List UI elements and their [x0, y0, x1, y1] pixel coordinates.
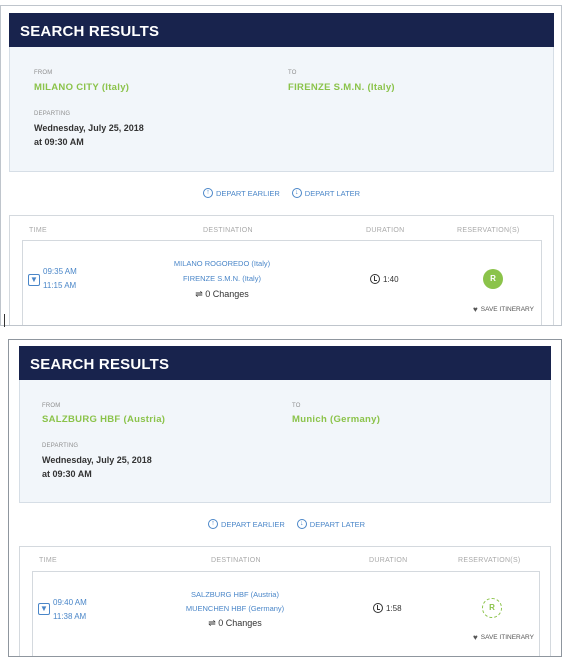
to-city: Munich (Germany) — [292, 414, 381, 425]
depart-later-label: DEPART LATER — [309, 519, 366, 529]
clock-icon — [373, 603, 383, 613]
depart-earlier-button[interactable]: ↑ DEPART EARLIER — [208, 519, 285, 529]
departing-date: Wednesday, July 25, 2018 — [34, 123, 144, 133]
duration: 1:58 — [373, 603, 402, 613]
col-destination: DESTINATION — [203, 227, 253, 234]
depart-time: 09:40 AM — [53, 598, 87, 607]
caret-down-icon[interactable]: ▼ — [38, 603, 50, 615]
swap-arrows-icon: ⇌ — [195, 289, 206, 299]
result-row[interactable]: ▼ 09:40 AM 11:38 AM SALZBURG HBF (Austri… — [32, 571, 540, 656]
duration: 1:40 — [370, 274, 399, 284]
col-reservation: RESERVATION(S) — [458, 557, 521, 564]
from-label: FROM — [34, 70, 53, 76]
col-time: TIME — [29, 227, 47, 234]
col-duration: DURATION — [369, 557, 408, 564]
depart-later-button[interactable]: ↓ DEPART LATER — [291, 188, 361, 198]
heart-icon: ♥ — [473, 305, 478, 314]
depart-later-label: DEPART LATER — [304, 188, 361, 198]
changes-count: ⇌ 0 Changes — [142, 289, 302, 300]
swap-arrows-icon: ⇌ — [208, 618, 219, 628]
route-origin: SALZBURG HBF (Austria) — [191, 590, 279, 599]
departing-label: DEPARTING — [42, 443, 79, 449]
col-duration: DURATION — [366, 227, 405, 234]
col-reservation: RESERVATION(S) — [457, 227, 520, 234]
clock-icon — [370, 274, 380, 284]
route-destination: FIRENZE S.M.N. (Italy) — [183, 274, 261, 283]
col-destination: DESTINATION — [211, 557, 261, 564]
route-origin: MILANO ROGOREDO (Italy) — [173, 259, 271, 268]
arrow-up-circle-icon: ↑ — [203, 188, 213, 198]
changes-count: ⇌ 0 Changes — [155, 618, 315, 629]
search-results-panel-1: SEARCH RESULTS FROM MILANO CITY (Italy) … — [0, 5, 562, 326]
arrive-time: 11:38 AM — [53, 612, 87, 621]
arrow-down-circle-icon: ↓ — [291, 188, 302, 198]
depart-earlier-button[interactable]: ↑ DEPART EARLIER — [203, 188, 280, 198]
changes-label: 0 Changes — [218, 618, 262, 628]
depart-earlier-label: DEPART EARLIER — [216, 188, 280, 198]
save-itinerary-button[interactable]: ♥ SAVE ITINERARY — [473, 305, 534, 314]
to-label: TO — [292, 403, 301, 409]
arrow-down-circle-icon: ↓ — [296, 519, 307, 529]
arrive-time: 11:15 AM — [43, 281, 77, 290]
results-table: TIME DESTINATION DURATION RESERVATION(S)… — [9, 215, 554, 325]
departing-time: at 09:30 AM — [42, 469, 92, 479]
depart-nav: ↑ DEPART EARLIER ↓ DEPART LATER — [203, 188, 360, 198]
search-summary: FROM SALZBURG HBF (Austria) TO Munich (G… — [19, 380, 551, 503]
from-label: FROM — [42, 403, 61, 409]
save-itinerary-button[interactable]: ♥ SAVE ITINERARY — [473, 633, 534, 642]
changes-label: 0 Changes — [205, 289, 249, 299]
heart-icon: ♥ — [473, 633, 478, 642]
to-city: FIRENZE S.M.N. (Italy) — [288, 82, 395, 93]
reservation-badge[interactable]: R — [482, 598, 502, 618]
depart-later-button[interactable]: ↓ DEPART LATER — [296, 519, 366, 529]
from-city: MILANO CITY (Italy) — [34, 82, 130, 93]
results-table: TIME DESTINATION DURATION RESERVATION(S)… — [19, 546, 551, 656]
duration-value: 1:58 — [386, 603, 402, 613]
col-time: TIME — [39, 557, 57, 564]
route-destination: MUENCHEN HBF (Germany) — [185, 604, 285, 613]
search-results-panel-2: SEARCH RESULTS FROM SALZBURG HBF (Austri… — [8, 339, 562, 657]
panel-title: SEARCH RESULTS — [9, 13, 554, 47]
depart-nav: ↑ DEPART EARLIER ↓ DEPART LATER — [208, 519, 365, 529]
depart-earlier-label: DEPART EARLIER — [221, 519, 285, 529]
departing-date: Wednesday, July 25, 2018 — [42, 455, 152, 465]
to-label: TO — [288, 70, 297, 76]
from-city: SALZBURG HBF (Austria) — [42, 414, 166, 425]
departing-label: DEPARTING — [34, 111, 71, 117]
save-itinerary-label: SAVE ITINERARY — [480, 634, 534, 641]
arrow-up-circle-icon: ↑ — [208, 519, 218, 529]
depart-time: 09:35 AM — [43, 267, 77, 276]
reservation-badge[interactable]: R — [483, 269, 503, 289]
text-cursor — [4, 314, 5, 327]
result-row[interactable]: ▼ 09:35 AM 11:15 AM MILANO ROGOREDO (Ita… — [22, 240, 542, 325]
caret-down-icon[interactable]: ▼ — [28, 274, 40, 286]
duration-value: 1:40 — [383, 274, 399, 284]
panel-title: SEARCH RESULTS — [19, 346, 551, 380]
search-summary: FROM MILANO CITY (Italy) TO FIRENZE S.M.… — [9, 47, 554, 172]
save-itinerary-label: SAVE ITINERARY — [480, 306, 534, 313]
departing-time: at 09:30 AM — [34, 137, 84, 147]
